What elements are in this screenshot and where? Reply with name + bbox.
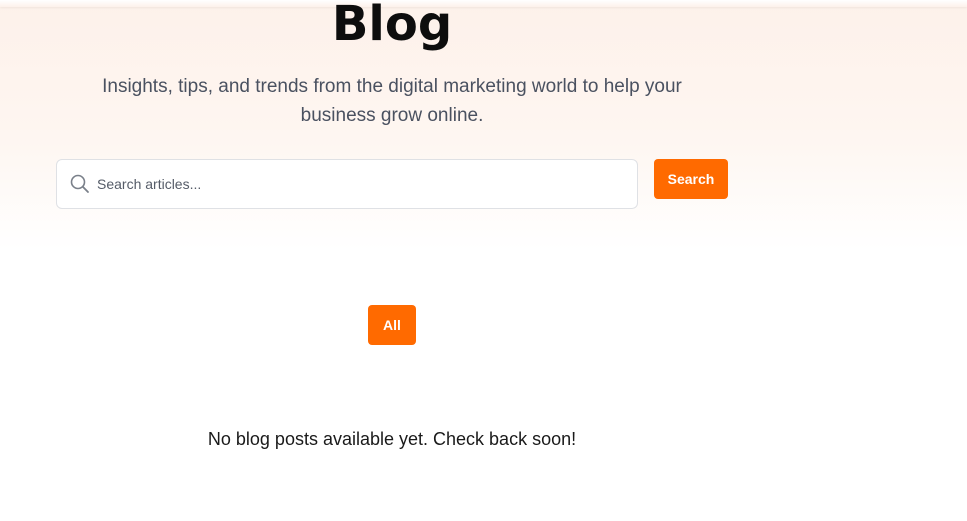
search-icon bbox=[69, 173, 91, 195]
search-input[interactable] bbox=[97, 160, 627, 208]
search-box[interactable] bbox=[56, 159, 638, 209]
empty-state-message: No blog posts available yet. Check back … bbox=[207, 429, 577, 449]
page-subtitle: Insights, tips, and trends from the digi… bbox=[102, 76, 682, 126]
page-title: Blog bbox=[331, 0, 453, 52]
category-filter-all[interactable]: All bbox=[368, 305, 416, 345]
search-button[interactable]: Search bbox=[654, 159, 728, 199]
